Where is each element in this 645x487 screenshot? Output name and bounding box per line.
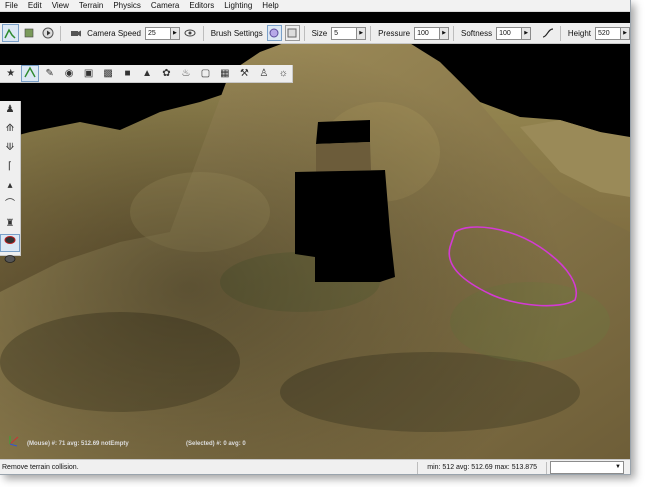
transform-tool-icon[interactable]: ▢ <box>197 65 214 82</box>
camera-speed-value[interactable]: 25 <box>144 26 171 40</box>
height-value[interactable]: 520 <box>595 26 621 40</box>
object-tool-icon[interactable]: ▲ <box>138 65 155 82</box>
menu-help[interactable]: Help <box>257 0 283 11</box>
softness-field[interactable]: 100 ▶ <box>496 26 532 40</box>
chevron-right-icon[interactable]: ▶ <box>522 26 532 40</box>
softness-label: Softness <box>461 28 493 38</box>
status-dropdown[interactable]: ▼ <box>550 461 624 474</box>
menu-physics[interactable]: Physics <box>108 0 146 11</box>
chevron-right-icon[interactable]: ▶ <box>170 26 180 40</box>
brush-settings-label: Brush Settings <box>210 28 263 38</box>
water-tool-icon[interactable]: ♨ <box>177 65 194 82</box>
menu-lighting[interactable]: Lighting <box>219 0 257 11</box>
height-label: Height <box>567 28 591 38</box>
size-label: Size <box>311 28 328 38</box>
size-value[interactable]: 5 <box>331 26 358 40</box>
camera-icon[interactable] <box>67 24 84 42</box>
menu-file[interactable]: File <box>0 0 23 11</box>
pressure-field[interactable]: 100 ▶ <box>414 26 450 40</box>
toolbar-divider <box>60 25 62 41</box>
toolbar-divider <box>453 25 454 41</box>
height-field[interactable]: 520 ▶ <box>595 26 630 40</box>
noise-terrain-icon[interactable]: ▴ <box>0 177 20 195</box>
remove-collision-icon[interactable] <box>0 234 20 252</box>
raise-terrain-icon[interactable]: ♟ <box>0 101 20 119</box>
falloff-curve-icon[interactable] <box>539 24 556 42</box>
menu-terrain[interactable]: Terrain <box>74 0 108 11</box>
pressure-value[interactable]: 100 <box>414 26 441 40</box>
terrain-viewport[interactable] <box>0 32 630 459</box>
menu-camera[interactable]: Camera <box>146 0 184 11</box>
selected-info: (Selected) #: 0 avg: 0 <box>186 441 246 447</box>
raise-tool-icon[interactable] <box>21 65 39 82</box>
left-tool-panel: ♟ ⟰ ⟱ ⌈ ▴ ⌒ ♜ <box>0 101 21 263</box>
flatten-terrain-icon[interactable]: ⟱ <box>0 139 20 157</box>
grid-tool-icon[interactable]: ▦ <box>216 65 233 82</box>
softness-value[interactable]: 100 <box>496 26 523 40</box>
person-tool-icon[interactable]: ♙ <box>255 65 272 82</box>
select-tool-icon[interactable]: ★ <box>2 65 19 82</box>
toolbar-divider <box>559 25 561 41</box>
paint-tool-icon[interactable]: ✎ <box>41 65 58 82</box>
main-toolbar: Camera Speed 25 ▶ Brush Settings Size 5 … <box>0 23 630 44</box>
square-brush-icon[interactable] <box>284 25 300 41</box>
menu-edit[interactable]: Edit <box>23 0 47 11</box>
lower-terrain-icon[interactable]: ⟰ <box>0 120 20 138</box>
status-divider <box>546 461 547 474</box>
chevron-down-icon[interactable]: ▼ <box>615 462 621 473</box>
size-field[interactable]: 5 ▶ <box>331 26 367 40</box>
status-message: Remove terrain collision. <box>2 464 79 471</box>
terrain-tools-toolbar: ★ ✎ ◉ ▣ ▩ ■ ▲ ✿ ♨ ▢ ▦ ⚒ ♙ ☼ <box>0 65 293 83</box>
menu-bar: File Edit View Terrain Physics Camera Ed… <box>0 0 630 12</box>
terrain-editor-icon[interactable] <box>2 24 19 42</box>
leaf-tool-icon[interactable]: ✿ <box>158 65 175 82</box>
height-stats: min: 512 avg: 512.69 max: 513.875 <box>427 464 537 471</box>
ramp-terrain-icon[interactable]: ♜ <box>0 215 20 233</box>
chevron-right-icon[interactable]: ▶ <box>621 26 630 40</box>
toolbar-divider <box>202 25 204 41</box>
toolbar-divider <box>370 25 372 41</box>
chevron-right-icon[interactable]: ▶ <box>440 26 450 40</box>
chevron-right-icon[interactable]: ▶ <box>357 26 367 40</box>
status-bar: Remove terrain collision. min: 512 avg: … <box>0 459 630 474</box>
toolbar-divider <box>303 25 305 41</box>
slope-terrain-icon[interactable]: ⌒ <box>0 196 20 214</box>
smooth-terrain-icon[interactable]: ⌈ <box>0 158 20 176</box>
editor-window: File Edit View Terrain Physics Camera Ed… <box>0 0 631 475</box>
mouse-info: (Mouse) #: 71 avg: 512.69 notEmpty <box>27 441 129 447</box>
status-divider <box>417 461 419 474</box>
terrain-render[interactable] <box>0 32 630 459</box>
light-tool-icon[interactable]: ☼ <box>275 65 292 82</box>
eye-icon[interactable] <box>182 24 199 42</box>
layers-icon[interactable] <box>21 24 38 42</box>
restore-collision-icon[interactable] <box>0 253 20 271</box>
cube-tool-icon[interactable]: ▣ <box>80 65 97 82</box>
sphere-tool-icon[interactable]: ◉ <box>60 65 77 82</box>
camera-speed-label: Camera Speed <box>87 28 141 38</box>
play-icon[interactable] <box>40 24 57 42</box>
circle-brush-icon[interactable] <box>266 25 282 41</box>
wrench-tool-icon[interactable]: ⚒ <box>236 65 253 82</box>
material-tool-icon[interactable]: ■ <box>119 65 136 82</box>
menu-view[interactable]: View <box>47 0 74 11</box>
texture-tool-icon[interactable]: ▩ <box>99 65 116 82</box>
menu-editors[interactable]: Editors <box>184 0 219 11</box>
camera-speed-field[interactable]: 25 ▶ <box>144 26 180 40</box>
pressure-label: Pressure <box>378 28 411 38</box>
